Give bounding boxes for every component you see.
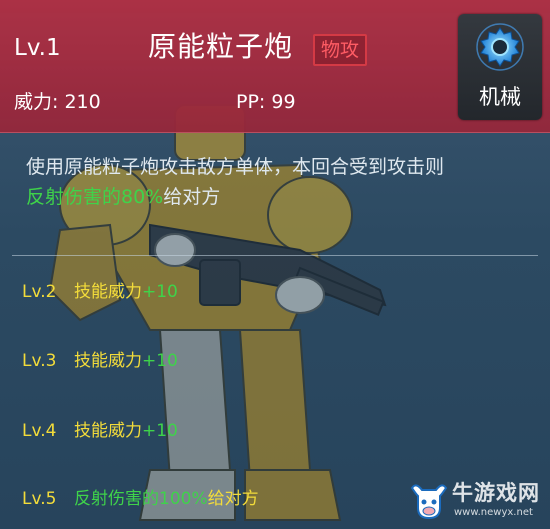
upgrade-bonus: 给对方 (207, 489, 259, 509)
skill-detail-panel: Lv.1 原能粒子炮 物攻 威力: 210 PP: 99 机械 使用原能粒子炮攻… (0, 0, 550, 529)
skill-category-badge: 物攻 (313, 34, 368, 66)
upgrade-bonus: +10 (142, 421, 178, 441)
watermark-url: www.newyx.net (454, 507, 533, 518)
skill-header: Lv.1 原能粒子炮 物攻 威力: 210 PP: 99 机械 (0, 0, 550, 133)
bull-logo-icon (410, 484, 448, 520)
site-watermark: 牛游戏网 www.newyx.net (408, 476, 548, 526)
description-line-2-rest: 给对方 (163, 186, 221, 208)
upgrade-level: Lv.4 (22, 421, 57, 441)
upgrade-row: Lv.3 技能威力+10 (22, 350, 178, 372)
description-line-2: 反射伤害的80%给对方 (26, 182, 531, 212)
skill-level: Lv.1 (14, 35, 61, 61)
divider (12, 255, 538, 256)
upgrade-level: Lv.5 (22, 489, 57, 509)
watermark-name: 牛游戏网 (452, 481, 540, 505)
skill-power: 威力: 210 (14, 91, 101, 113)
upgrade-bonus: +10 (142, 351, 178, 371)
upgrade-level: Lv.3 (22, 351, 57, 371)
description-highlight: 反射伤害的80% (26, 186, 164, 208)
upgrade-row: Lv.4 技能威力+10 (22, 420, 178, 442)
upgrade-text: 技能威力 (74, 421, 142, 441)
description-line-1: 使用原能粒子炮攻击敌方单体，本回合受到攻击则 (26, 156, 445, 178)
upgrade-row: Lv.5 反射伤害的100%给对方 (22, 488, 259, 510)
skill-pp: PP: 99 (236, 91, 296, 113)
upgrade-text: 反射伤害的100% (74, 489, 208, 509)
skill-type-badge: 机械 (458, 14, 542, 120)
upgrade-text: 技能威力 (74, 282, 142, 302)
upgrade-text: 技能威力 (74, 351, 142, 371)
upgrade-row: Lv.2 技能威力+10 (22, 281, 178, 303)
gear-icon (476, 23, 524, 71)
upgrade-level: Lv.2 (22, 282, 57, 302)
upgrade-bonus: +10 (142, 282, 178, 302)
skill-type-label: 机械 (479, 85, 521, 109)
skill-name: 原能粒子炮 (148, 30, 294, 63)
skill-description: 使用原能粒子炮攻击敌方单体，本回合受到攻击则 反射伤害的80%给对方 (26, 152, 531, 212)
